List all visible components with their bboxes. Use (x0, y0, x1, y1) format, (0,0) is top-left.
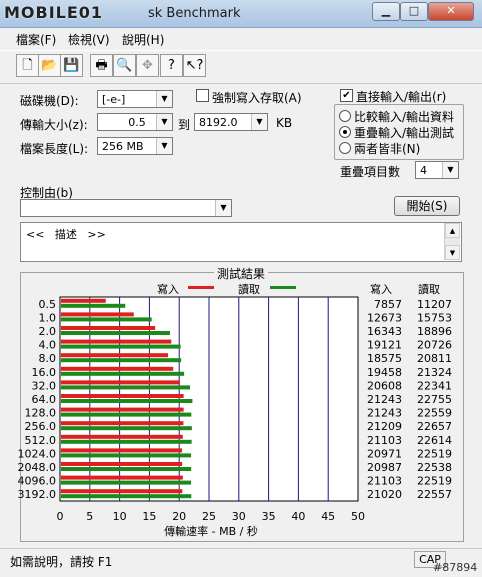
read-bar (61, 480, 192, 485)
x-tick-label: 0 (57, 510, 64, 523)
write-value: 19458 (367, 366, 402, 379)
write-value: 21020 (367, 488, 402, 501)
read-bar (61, 371, 185, 376)
write-value: 21209 (367, 420, 402, 433)
write-bar (61, 489, 183, 494)
category-label: 2048.0 (18, 461, 57, 474)
write-value: 21103 (367, 434, 402, 447)
read-bar (61, 399, 193, 403)
write-value: 20971 (367, 447, 402, 460)
read-bar (61, 344, 181, 349)
write-value: 16343 (367, 325, 402, 338)
read-value: 20726 (417, 339, 452, 352)
read-value: 20811 (417, 352, 452, 365)
read-value: 22755 (417, 393, 452, 406)
read-bar (61, 303, 126, 308)
read-value: 11207 (417, 298, 452, 311)
read-bar (61, 412, 192, 417)
write-bar (61, 475, 183, 480)
x-tick-label: 15 (142, 510, 156, 523)
write-value: 21243 (367, 393, 402, 406)
read-value: 15753 (417, 311, 452, 324)
write-bar (61, 353, 169, 358)
category-label: 4096.0 (18, 475, 57, 488)
status-help-text: 如需說明，請按 F1 (10, 555, 113, 569)
write-value: 7857 (374, 298, 402, 311)
read-bar (61, 358, 182, 363)
read-value: 22519 (417, 447, 452, 460)
category-label: 3192.0 (18, 488, 57, 501)
read-value: 22519 (417, 475, 452, 488)
write-bar (61, 448, 183, 453)
category-label: 16.0 (32, 366, 57, 379)
read-bar (61, 385, 191, 390)
benchmark-chart: 0 5 10 15 20 25 30 35 40 45 50 傳輸速率 - MB / 秒 0.5 7857… (18, 296, 452, 538)
x-tick-label: 45 (321, 510, 335, 523)
category-label: 64.0 (32, 393, 57, 406)
write-bar (61, 434, 183, 439)
write-value: 21243 (367, 407, 402, 420)
x-tick-label: 35 (262, 510, 276, 523)
x-tick-label: 25 (202, 510, 216, 523)
write-bar (61, 394, 184, 398)
category-label: 512.0 (25, 434, 57, 447)
write-value: 12673 (367, 311, 402, 324)
x-tick-label: 5 (86, 510, 93, 523)
write-bar (61, 380, 180, 385)
write-bar (61, 326, 156, 330)
category-label: 8.0 (39, 352, 57, 365)
read-bar (61, 494, 192, 499)
category-label: 256.0 (25, 420, 57, 433)
category-label: 4.0 (39, 339, 57, 352)
read-value: 21324 (417, 366, 452, 379)
read-value: 22657 (417, 420, 452, 433)
read-value: 22341 (417, 379, 452, 392)
watermark: #87894 (433, 561, 478, 574)
write-bar (61, 312, 134, 317)
write-value: 19121 (367, 339, 402, 352)
write-bar (61, 298, 106, 303)
write-value: 20608 (367, 379, 402, 392)
x-tick-label: 20 (172, 510, 186, 523)
write-value: 18575 (367, 352, 402, 365)
category-label: 0.5 (39, 298, 57, 311)
write-bar (61, 407, 184, 412)
write-bar (61, 339, 172, 344)
category-label: 1.0 (39, 311, 57, 324)
read-bar (61, 426, 192, 431)
write-value: 21103 (367, 475, 402, 488)
read-value: 22538 (417, 461, 452, 474)
category-label: 2.0 (39, 325, 57, 338)
x-tick-label: 10 (113, 510, 127, 523)
read-bar (61, 317, 152, 322)
read-value: 22614 (417, 434, 452, 447)
write-value: 20987 (367, 461, 402, 474)
write-bar (61, 462, 183, 466)
read-value: 22559 (417, 407, 452, 420)
write-bar (61, 421, 184, 426)
read-bar (61, 467, 192, 471)
read-value: 22557 (417, 488, 452, 501)
x-axis-label: 傳輸速率 - MB / 秒 (164, 524, 258, 538)
category-label: 128.0 (25, 407, 57, 420)
x-tick-label: 30 (232, 510, 246, 523)
write-bar (61, 366, 174, 371)
read-bar (61, 453, 192, 458)
read-bar (61, 331, 170, 335)
read-bar (61, 439, 192, 444)
read-value: 18896 (417, 325, 452, 338)
x-tick-label: 40 (291, 510, 305, 523)
category-label: 32.0 (32, 379, 57, 392)
category-label: 1024.0 (18, 447, 57, 460)
x-tick-label: 50 (351, 510, 365, 523)
